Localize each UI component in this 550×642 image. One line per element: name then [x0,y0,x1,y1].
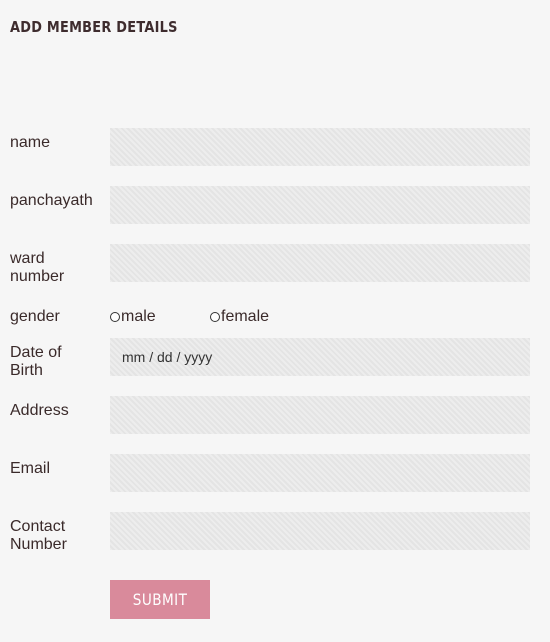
male-radio-label: male [121,308,156,325]
panchayath-input[interactable] [110,186,530,224]
ward-number-input[interactable] [110,244,530,282]
gender-option-female[interactable]: female [210,308,269,326]
contact-number-label: Contact Number [10,518,67,554]
address-label: Address [10,402,69,419]
submit-button-label: SUBMIT [132,590,188,609]
dob-label: Date of Birth [10,344,62,380]
female-radio-label: female [221,308,270,325]
dob-placeholder: mm / dd / yyyy [122,349,213,365]
gender-option-male[interactable]: male [110,308,156,326]
male-radio[interactable] [110,312,120,322]
female-radio[interactable] [210,312,220,322]
email-label: Email [10,460,51,477]
ward-number-label: ward number [10,250,64,286]
address-input[interactable] [110,396,530,434]
contact-number-input[interactable] [110,512,530,550]
ward-number-label-line2: number [10,268,65,285]
submit-button[interactable]: SUBMIT [110,580,210,619]
gender-label: gender [10,308,60,325]
dob-input[interactable]: mm / dd / yyyy [110,338,530,376]
dob-label-line1: Date of [10,344,62,361]
ward-number-label-line1: ward [10,250,45,267]
email-input[interactable] [110,454,530,492]
contact-number-label-line2: Number [10,536,67,553]
contact-number-label-line1: Contact [10,518,66,535]
panchayath-label: panchayath [10,192,93,209]
page-title: ADD MEMBER DETAILS [10,18,178,36]
name-label: name [10,134,51,151]
dob-label-line2: Birth [10,362,43,379]
name-input[interactable] [110,128,530,166]
